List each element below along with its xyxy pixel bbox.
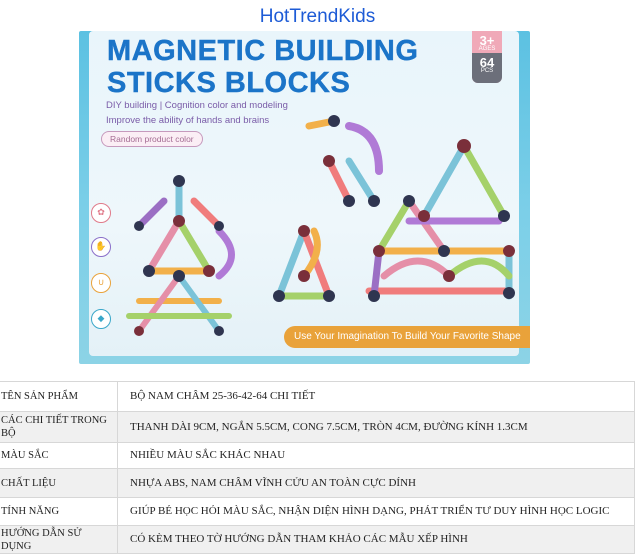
spec-value: THANH DÀI 9CM, NGẮN 5.5CM, CONG 7.5CM, T…: [117, 411, 635, 443]
magnetic-sticks-illustration: [126, 115, 515, 336]
table-row: MÀU SẮC NHIỀU MÀU SẮC KHÁC NHAU: [0, 442, 635, 469]
product-photo: MAGNETIC BUILDING STICKS BLOCKS DIY buil…: [79, 31, 530, 364]
spec-value: BỘ NAM CHÂM 25-36-42-64 CHI TIẾT: [117, 381, 635, 412]
specs-table: TÊN SẢN PHẨM BỘ NAM CHÂM 25-36-42-64 CHI…: [0, 381, 635, 554]
spec-label: MÀU SẮC: [0, 442, 118, 469]
brand-title: HotTrendKids: [259, 6, 376, 27]
spec-label: HƯỚNG DẪN SỬ DỤNG: [0, 525, 118, 554]
spec-value: NHỰA ABS, NAM CHÂM VĨNH CỬU AN TOÀN CỰC …: [117, 468, 635, 498]
table-row: CHẤT LIỆU NHỰA ABS, NAM CHÂM VĨNH CỬU AN…: [0, 468, 635, 498]
spec-label: CÁC CHI TIẾT TRONG BỘ: [0, 411, 118, 443]
spec-label: TÍNH NĂNG: [0, 497, 118, 526]
box-banner: Use Your Imagination To Build Your Favor…: [284, 326, 530, 348]
table-row: TÍNH NĂNG GIÚP BÉ HỌC HỎI MÀU SẮC, NHẬN …: [0, 497, 635, 526]
spec-value: NHIỀU MÀU SẮC KHÁC NHAU: [117, 442, 635, 469]
table-row: CÁC CHI TIẾT TRONG BỘ THANH DÀI 9CM, NGẮ…: [0, 411, 635, 443]
spec-value: CÓ KÈM THEO TỜ HƯỚNG DẪN THAM KHẢO CÁC M…: [117, 525, 635, 554]
table-row: HƯỚNG DẪN SỬ DỤNG CÓ KÈM THEO TỜ HƯỚNG D…: [0, 525, 635, 554]
spec-value: GIÚP BÉ HỌC HỎI MÀU SẮC, NHẬN DIỆN HÌNH …: [117, 497, 635, 526]
table-row: TÊN SẢN PHẨM BỘ NAM CHÂM 25-36-42-64 CHI…: [0, 381, 635, 412]
spec-label: TÊN SẢN PHẨM: [0, 381, 118, 412]
spec-label: CHẤT LIỆU: [0, 468, 118, 498]
